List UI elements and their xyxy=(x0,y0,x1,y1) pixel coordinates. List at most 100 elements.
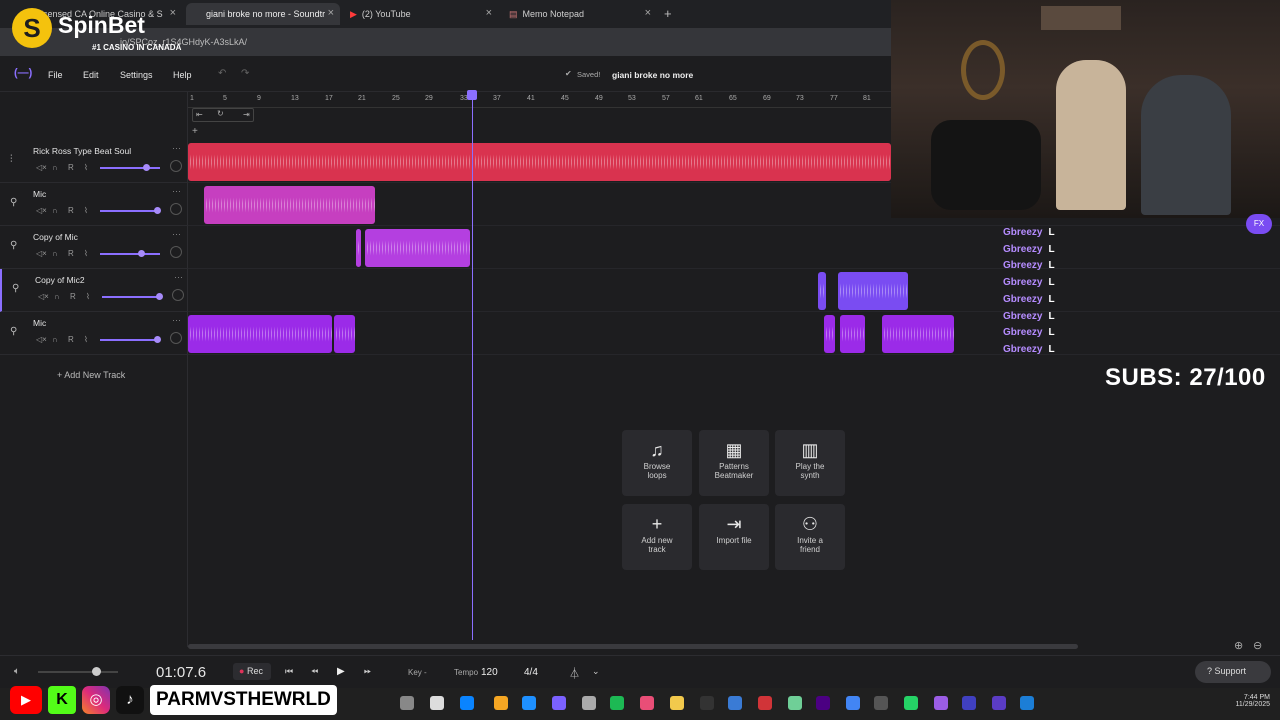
undo-icon[interactable]: ↶ xyxy=(218,68,226,79)
taskbar-app-icon[interactable] xyxy=(494,696,508,710)
browser-tab[interactable]: ▤ Memo Notepad × xyxy=(503,3,657,25)
record-arm-button[interactable]: R xyxy=(70,292,76,301)
taskbar-app-icon[interactable] xyxy=(934,696,948,710)
taskbar-app-icon[interactable] xyxy=(640,696,654,710)
taskbar-app-icon[interactable] xyxy=(1020,696,1034,710)
taskbar-app-icon[interactable] xyxy=(904,696,918,710)
volume-knob[interactable] xyxy=(138,250,145,257)
audio-clip[interactable] xyxy=(334,315,355,353)
more-icon[interactable]: ··· xyxy=(172,143,181,153)
effects-icon[interactable]: ⌇ xyxy=(86,292,90,301)
new-tab-button[interactable]: + xyxy=(664,6,672,21)
close-icon[interactable]: × xyxy=(328,7,334,19)
playhead[interactable] xyxy=(472,92,473,640)
volume-slider[interactable] xyxy=(100,339,160,341)
fx-button[interactable]: FX xyxy=(1246,214,1272,234)
mute-icon[interactable]: ◁× xyxy=(36,335,47,344)
project-title[interactable]: giani broke no more xyxy=(612,70,693,80)
headphones-icon[interactable]: ∩ xyxy=(52,335,58,344)
audio-clip[interactable] xyxy=(204,186,375,224)
track-name[interactable]: Mic xyxy=(33,189,46,199)
mute-icon[interactable]: ◁× xyxy=(36,249,47,258)
track-row[interactable]: ⚲ Copy of Mic2 ··· ◁× ∩ R ⌇ xyxy=(0,269,188,312)
loop-controls[interactable]: ⇤ ↻ ⇥ xyxy=(192,108,254,122)
more-icon[interactable]: ··· xyxy=(172,229,181,239)
play-icon[interactable]: ▶ xyxy=(337,666,345,677)
effects-icon[interactable]: ⌇ xyxy=(84,163,88,172)
action-card-grid[interactable]: ▦ Patterns Beatmaker xyxy=(699,430,769,496)
metronome-icon[interactable]: ⏃ xyxy=(569,665,580,681)
fast-forward-icon[interactable]: ⏩︎ xyxy=(364,666,371,677)
app-logo-icon[interactable]: (—) xyxy=(14,67,32,79)
more-icon[interactable]: ··· xyxy=(174,272,183,282)
more-icon[interactable]: ··· xyxy=(172,315,181,325)
taskbar-app-icon[interactable] xyxy=(962,696,976,710)
volume-icon[interactable]: 🔈︎ xyxy=(14,666,20,677)
headphones-icon[interactable]: ∩ xyxy=(54,292,60,301)
redo-icon[interactable]: ↷ xyxy=(241,68,249,79)
pan-dial[interactable] xyxy=(170,332,182,344)
zoom-out-icon[interactable]: ⊖ xyxy=(1253,639,1262,652)
mute-icon[interactable]: ◁× xyxy=(36,163,47,172)
audio-clip[interactable] xyxy=(818,272,826,310)
volume-slider[interactable] xyxy=(100,253,160,255)
track-lane[interactable] xyxy=(188,269,1280,312)
track-row[interactable]: ⫶ Rick Ross Type Beat Soul ··· ◁× ∩ R ⌇ xyxy=(0,140,188,183)
volume-slider[interactable] xyxy=(100,167,160,169)
browser-tab[interactable]: ▶ (2) YouTube × xyxy=(344,3,498,25)
close-icon[interactable]: × xyxy=(486,7,492,19)
headphones-icon[interactable]: ∩ xyxy=(52,206,58,215)
record-arm-button[interactable]: R xyxy=(68,163,74,172)
volume-slider[interactable] xyxy=(100,210,160,212)
menu-edit[interactable]: Edit xyxy=(83,70,99,80)
record-arm-button[interactable]: R xyxy=(68,249,74,258)
taskbar-app-icon[interactable] xyxy=(846,696,860,710)
track-row[interactable]: ⚲ Mic ··· ◁× ∩ R ⌇ xyxy=(0,312,188,355)
audio-clip[interactable] xyxy=(188,315,332,353)
effects-icon[interactable]: ⌇ xyxy=(84,249,88,258)
playhead-handle[interactable] xyxy=(467,90,477,100)
master-volume-knob[interactable] xyxy=(92,667,101,676)
horizontal-scrollbar[interactable] xyxy=(188,644,1078,649)
loop-icon[interactable]: ↻ xyxy=(217,109,224,118)
headphones-icon[interactable]: ∩ xyxy=(52,163,58,172)
menu-help[interactable]: Help xyxy=(173,70,192,80)
key-selector[interactable]: Key - xyxy=(408,668,427,677)
tempo-value[interactable]: 120 xyxy=(481,667,498,678)
effects-icon[interactable]: ⌇ xyxy=(84,335,88,344)
more-icon[interactable]: ··· xyxy=(172,186,181,196)
taskbar-app-icon[interactable] xyxy=(522,696,536,710)
audio-clip[interactable] xyxy=(365,229,470,267)
taskbar-app-icon[interactable] xyxy=(758,696,772,710)
record-button[interactable]: ● Rec xyxy=(233,663,271,680)
track-name[interactable]: Rick Ross Type Beat Soul xyxy=(33,146,131,156)
effects-icon[interactable]: ⌇ xyxy=(84,206,88,215)
action-card-piano[interactable]: ▥ Play the synth xyxy=(775,430,845,496)
add-marker-button[interactable]: + xyxy=(192,126,198,137)
taskbar-app-icon[interactable] xyxy=(552,696,566,710)
audio-clip[interactable] xyxy=(838,272,908,310)
taskbar-app-icon[interactable] xyxy=(816,696,830,710)
loop-end-icon[interactable]: ⇥ xyxy=(243,110,250,119)
zoom-in-icon[interactable]: ⊕ xyxy=(1234,639,1243,652)
action-card-add-user[interactable]: ⚇ Invite a friend xyxy=(775,504,845,570)
taskbar-app-icon[interactable] xyxy=(728,696,742,710)
time-signature[interactable]: 4/4 xyxy=(524,667,538,678)
taskbar-app-icon[interactable] xyxy=(874,696,888,710)
taskbar-app-icon[interactable] xyxy=(788,696,802,710)
pan-dial[interactable] xyxy=(170,246,182,258)
support-button[interactable]: ? Support xyxy=(1195,661,1271,683)
track-name[interactable]: Mic xyxy=(33,318,46,328)
pan-dial[interactable] xyxy=(170,160,182,172)
browser-tab-active[interactable]: giani broke no more - Soundtr × xyxy=(186,3,340,25)
skip-back-icon[interactable]: ⏮︎ xyxy=(285,666,293,677)
loop-start-icon[interactable]: ⇤ xyxy=(196,110,203,119)
mute-icon[interactable]: ◁× xyxy=(38,292,49,301)
audio-clip[interactable] xyxy=(188,143,891,181)
audio-clip[interactable] xyxy=(824,315,835,353)
action-card-music-note[interactable]: ♫ Browse loops xyxy=(622,430,692,496)
audio-clip[interactable] xyxy=(840,315,865,353)
audio-clip[interactable] xyxy=(356,229,361,267)
taskbar-app-icon[interactable] xyxy=(582,696,596,710)
taskbar-app-icon[interactable] xyxy=(400,696,414,710)
